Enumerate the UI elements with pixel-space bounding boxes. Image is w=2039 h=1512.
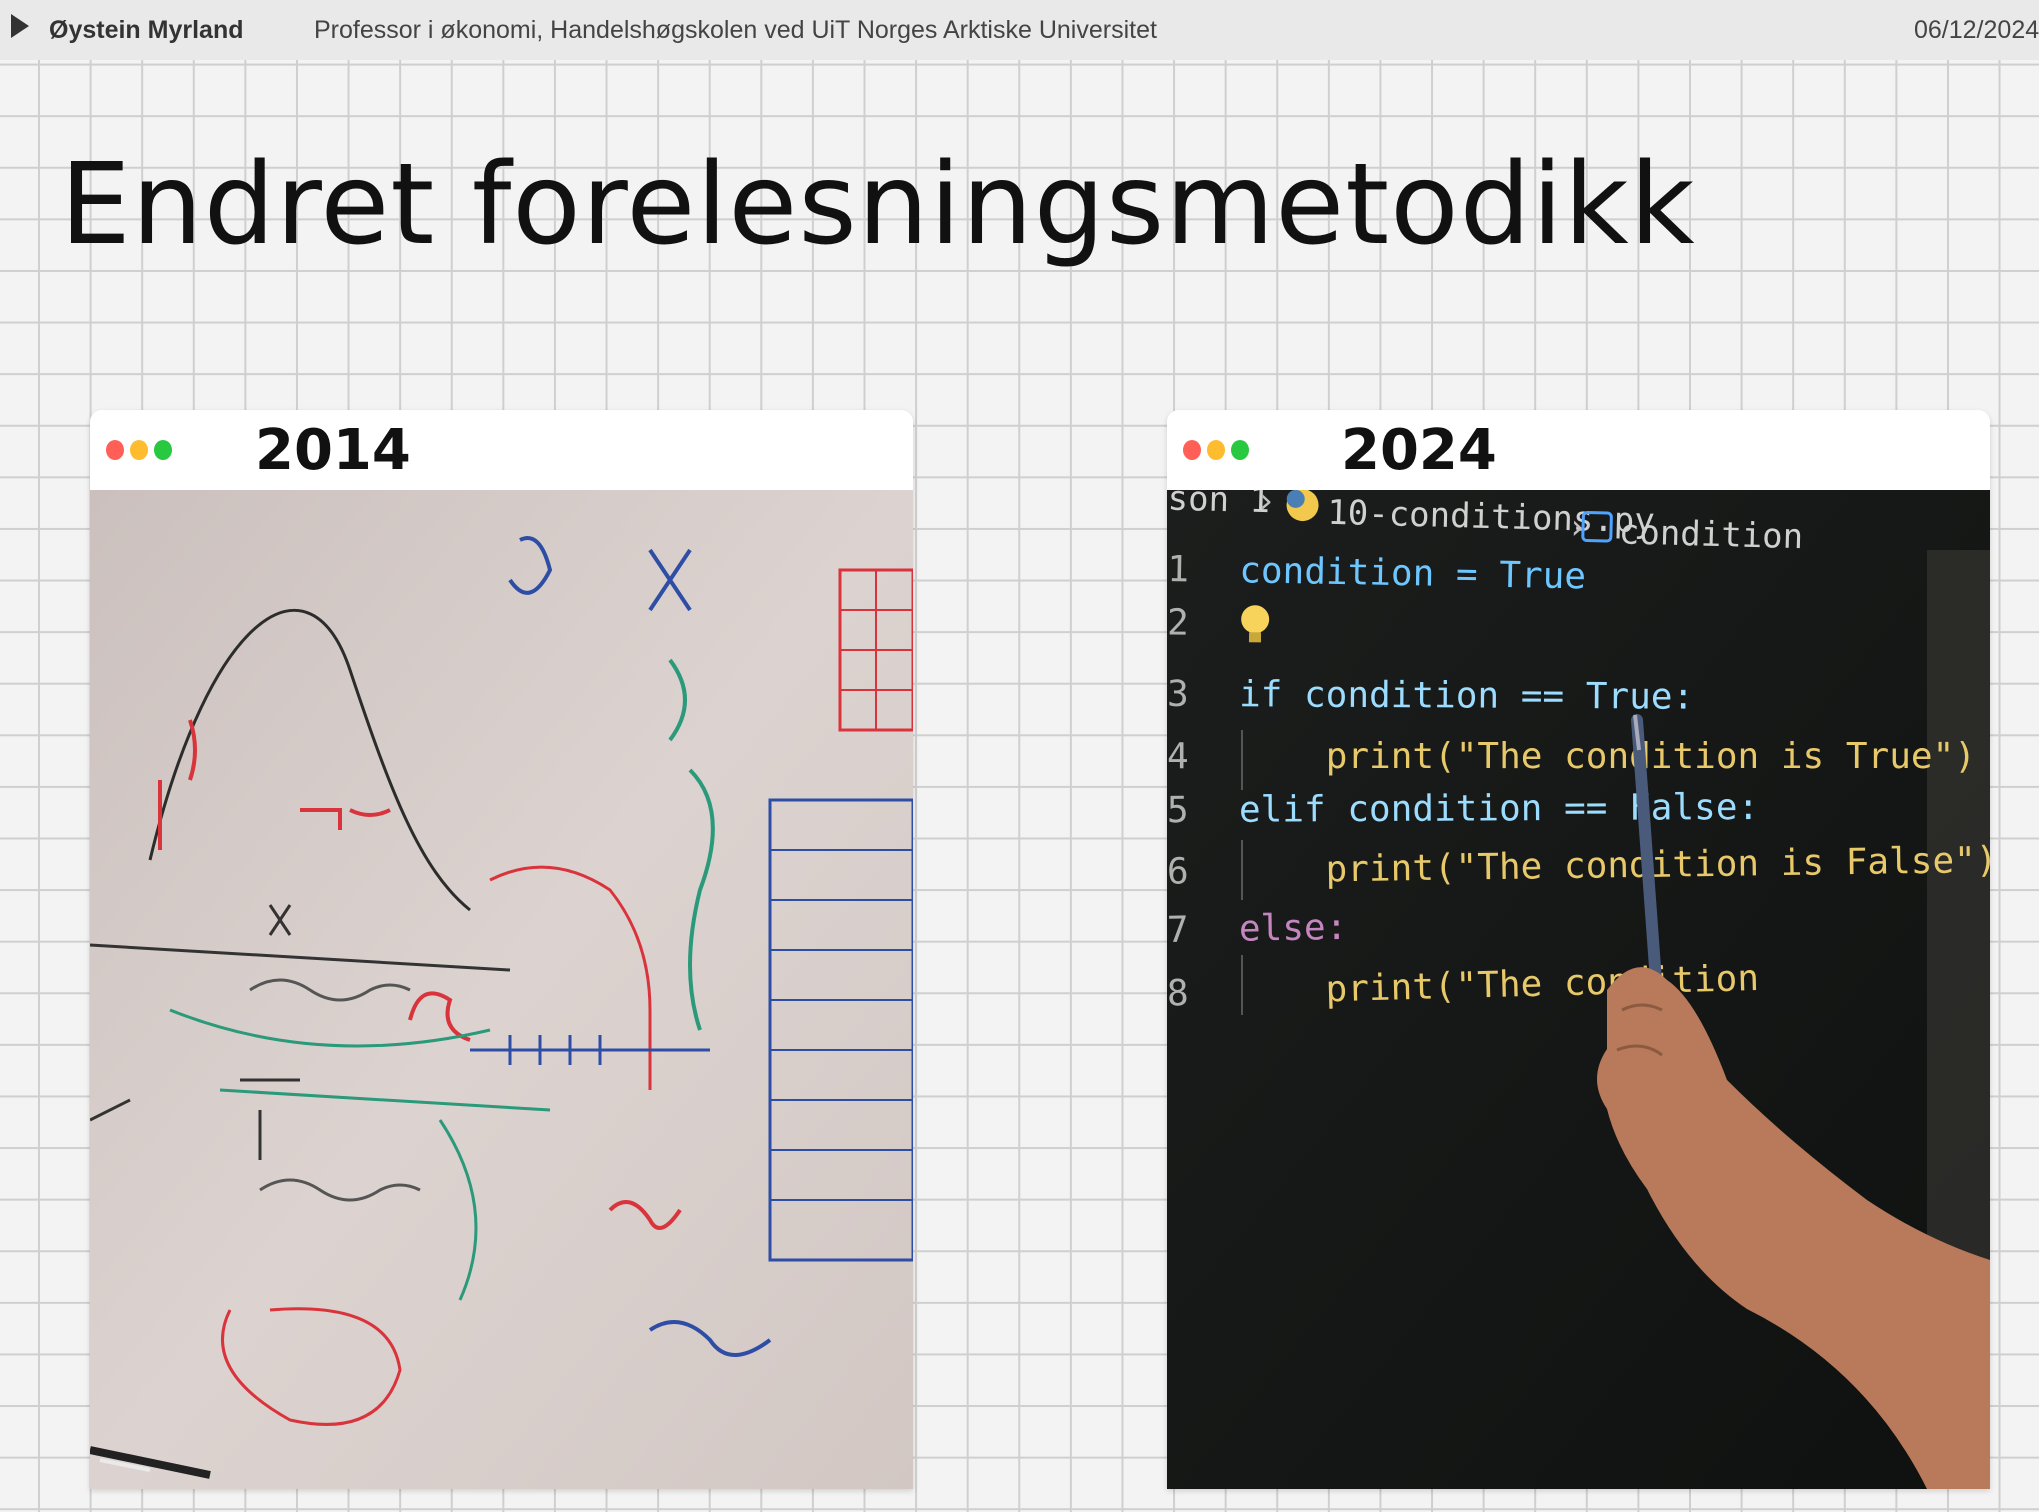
code-line: print("The condition is True") <box>1239 736 1976 777</box>
line-number: 2 <box>1167 603 1189 644</box>
line-number: 7 <box>1167 910 1189 951</box>
window-maximize-dot-icon <box>1231 440 1249 460</box>
author-name: Øystein Myrland <box>49 16 244 44</box>
svg-text:›: › <box>1255 490 1277 521</box>
code-line: else: <box>1239 907 1348 950</box>
slide-title: Endret forelesningsmetodikk <box>60 140 1696 270</box>
card-header: 2024 <box>1167 410 1990 490</box>
card-header: 2014 <box>90 410 913 490</box>
code-line: if condition == True: <box>1239 674 1694 717</box>
window-close-dot-icon <box>1183 440 1201 460</box>
presentation-date: 06/12/2024 <box>1914 16 2039 44</box>
breadcrumb-symbol: condition <box>1618 512 1803 557</box>
card-year-label: 2014 <box>255 418 411 483</box>
code-screen-photo: son 1 › 10-conditions.py › condition 1 c… <box>1167 490 1990 1489</box>
code-line: elif condition == False: <box>1239 787 1759 831</box>
code-line: condition = True <box>1239 550 1586 597</box>
lightbulb-icon <box>1241 605 1270 634</box>
window-minimize-dot-icon <box>130 440 148 460</box>
window-minimize-dot-icon <box>1207 440 1225 460</box>
whiteboard-photo <box>90 490 913 1489</box>
presentation-header: Øystein Myrland Professor i økonomi, Han… <box>0 0 2039 60</box>
play-icon[interactable] <box>11 14 29 38</box>
line-number: 4 <box>1167 736 1189 777</box>
line-number: 1 <box>1167 549 1189 590</box>
card-2024: 2024 son 1 › 10-conditions.py › conditio… <box>1167 410 1990 1489</box>
line-number: 8 <box>1167 973 1189 1015</box>
breadcrumb-file: 10-conditions.py <box>1327 493 1655 542</box>
line-number: 3 <box>1167 674 1189 715</box>
line-number: 6 <box>1167 851 1189 892</box>
card-year-label: 2024 <box>1341 418 1497 483</box>
card-2014: 2014 <box>90 410 913 1489</box>
author-affiliation: Professor i økonomi, Handelshøgskolen ve… <box>314 16 1157 44</box>
line-number: 5 <box>1167 790 1189 831</box>
window-close-dot-icon <box>106 440 124 460</box>
window-maximize-dot-icon <box>154 440 172 460</box>
